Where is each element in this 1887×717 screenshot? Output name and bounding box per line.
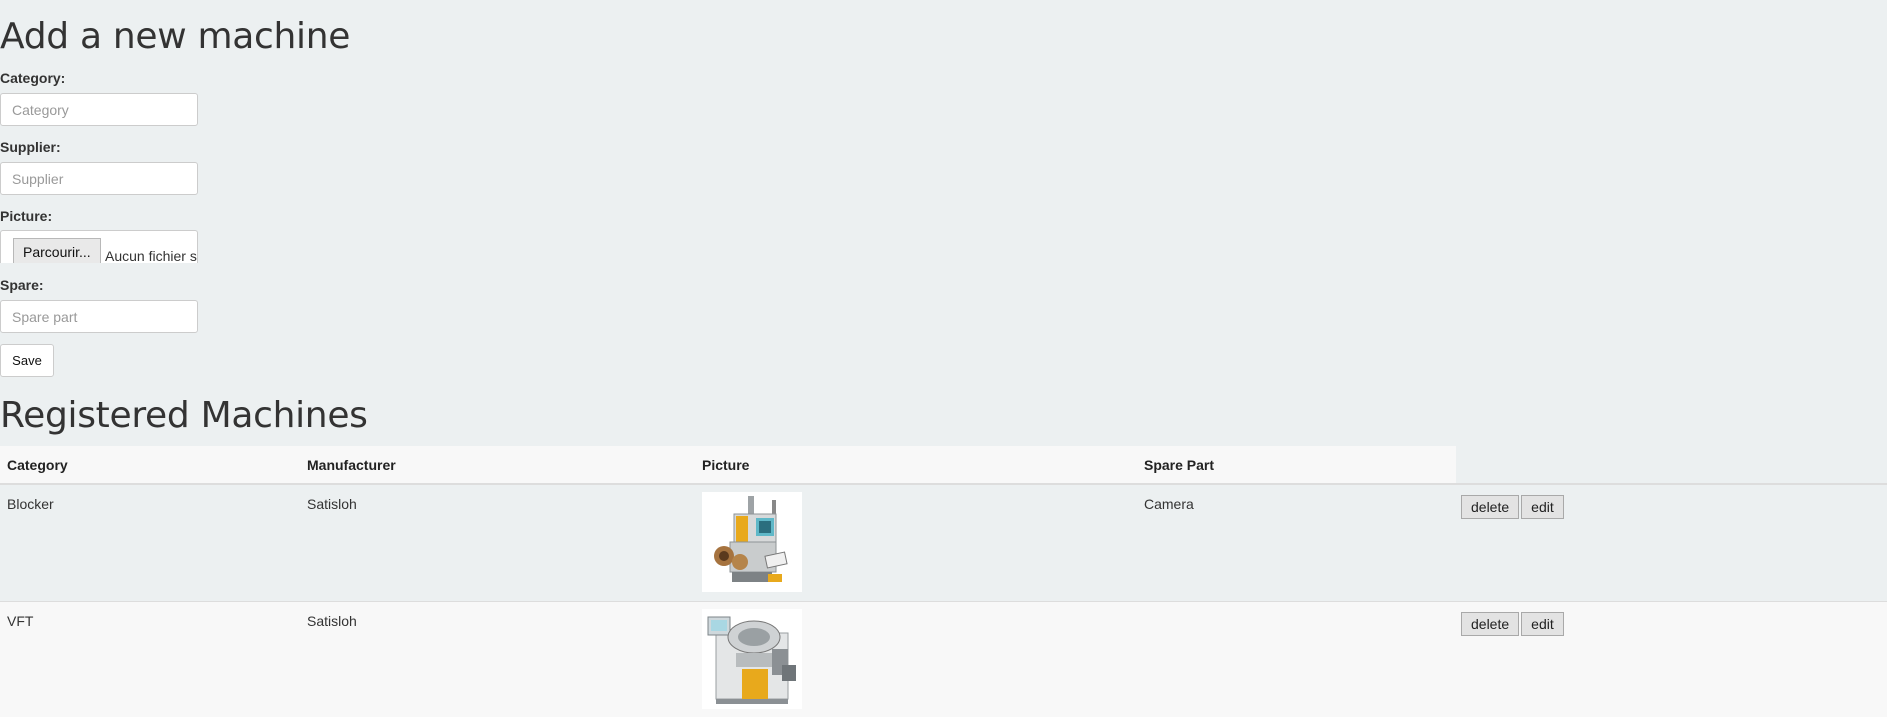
cell-picture xyxy=(695,483,1137,601)
spare-part-input[interactable] xyxy=(0,300,198,333)
column-header-manufacturer: Manufacturer xyxy=(300,446,695,485)
picture-label: Picture: xyxy=(0,208,53,224)
column-header-actions xyxy=(1456,446,1887,485)
cell-actions: delete edit xyxy=(1456,483,1887,601)
blocker-machine-image xyxy=(702,492,802,592)
browse-button[interactable]: Parcourir... xyxy=(13,238,101,263)
column-header-spare-part: Spare Part xyxy=(1137,446,1456,485)
table-header-row: Category Manufacturer Picture Spare Part xyxy=(0,446,1887,485)
category-label: Category: xyxy=(0,70,66,86)
cell-manufacturer: Satisloh xyxy=(300,600,695,717)
vft-machine-image xyxy=(702,608,802,709)
column-header-category: Category xyxy=(0,446,300,485)
cell-category: Blocker xyxy=(0,483,300,601)
cell-category: VFT xyxy=(0,600,300,717)
registered-machines-title: Registered Machines xyxy=(0,395,368,436)
picture-file-input[interactable]: Parcourir... Aucun fichier sélectionné. xyxy=(0,230,198,263)
cell-actions: delete edit xyxy=(1456,600,1887,717)
cell-spare-part xyxy=(1137,600,1456,717)
supplier-input[interactable] xyxy=(0,162,198,195)
save-button[interactable]: Save xyxy=(0,344,54,377)
supplier-label: Supplier: xyxy=(0,139,61,155)
delete-button[interactable]: delete xyxy=(1461,495,1520,519)
edit-button[interactable]: edit xyxy=(1521,611,1564,636)
table-row: Blocker Satisloh Camera delete edit xyxy=(0,483,1887,601)
page: Add a new machine Category: Supplier: Pi… xyxy=(0,0,1887,717)
edit-button[interactable]: edit xyxy=(1521,495,1564,519)
machines-table: Category Manufacturer Picture Spare Part… xyxy=(0,446,1887,717)
table-row: VFT Satisloh delete edit xyxy=(0,600,1887,717)
delete-button[interactable]: delete xyxy=(1461,611,1520,636)
cell-manufacturer: Satisloh xyxy=(300,483,695,601)
cell-picture xyxy=(695,600,1137,717)
add-machine-title: Add a new machine xyxy=(0,16,351,57)
file-status-text: Aucun fichier sélectionné. xyxy=(105,248,197,263)
spare-label: Spare: xyxy=(0,277,44,293)
column-header-picture: Picture xyxy=(695,446,1137,485)
category-input[interactable] xyxy=(0,93,198,126)
cell-spare-part: Camera xyxy=(1137,483,1456,601)
